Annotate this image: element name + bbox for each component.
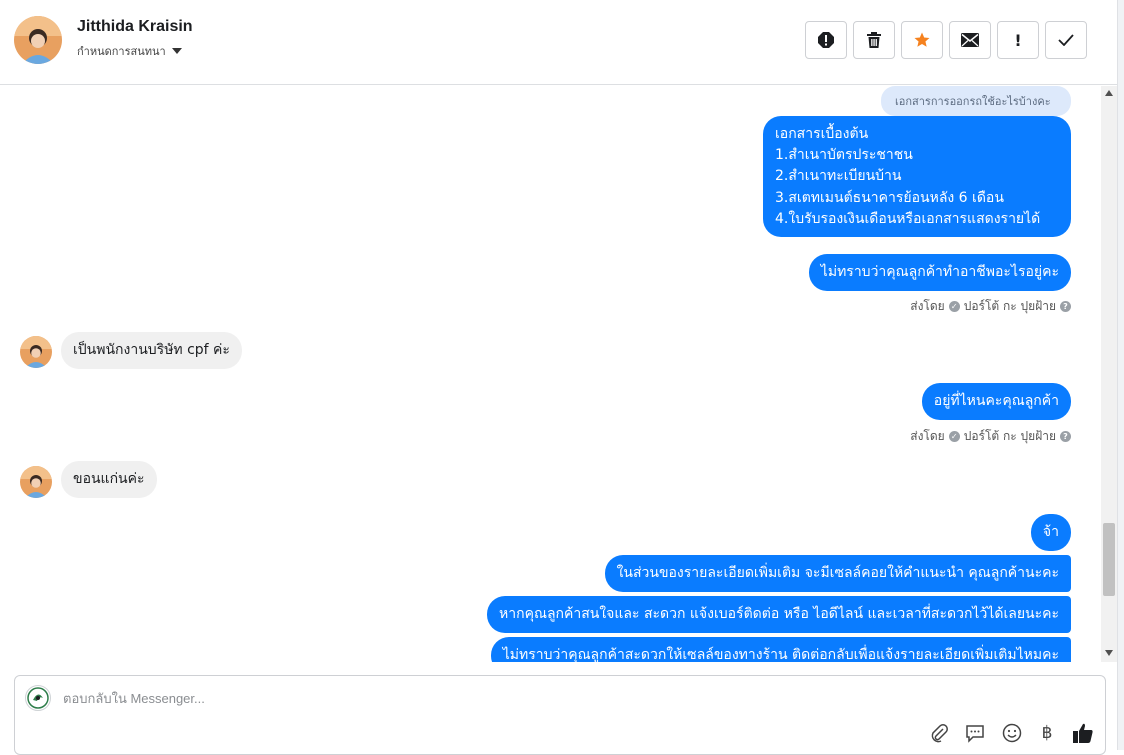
outgoing-message-callback[interactable]: ไม่ทราบว่าคุณลูกค้าสะดวกให้เซลล์ของทางร้… [490, 637, 1071, 662]
incoming-message-company[interactable]: เป็นพนักงานบริษัท cpf ค่ะ [61, 332, 242, 369]
contact-name: Jitthida Kraisin [77, 18, 193, 35]
outgoing-message-ja[interactable]: จ้า [1030, 514, 1071, 551]
saved-reply-icon [966, 725, 984, 743]
outgoing-message-contact[interactable]: หากคุณลูกค้าสนใจและ สะดวก แจ้งเบอร์ติดต่… [487, 596, 1071, 633]
outgoing-message-where[interactable]: อยู่ที่ไหนคะคุณลูกค้า [921, 383, 1071, 420]
contact-avatar-small[interactable] [20, 336, 52, 368]
mark-spam-button[interactable] [805, 21, 847, 59]
check-icon [1058, 34, 1074, 46]
outgoing-message-detail[interactable]: ในส่วนของรายละเอียดเพิ่มเติม จะมีเซลล์คอ… [604, 555, 1071, 592]
spam-alert-icon [818, 32, 834, 48]
message-line: 3.สเตทเมนต์ธนาคารย้อนหลัง 6 เดือน [775, 189, 1004, 206]
payment-button[interactable]: ฿ [1035, 721, 1059, 745]
help-icon[interactable]: ? [1060, 301, 1071, 312]
conversation-label-text: กำหนดการสนทนา [77, 45, 166, 58]
reply-composer: ตอบกลับใน Messenger... ฿ [14, 675, 1106, 755]
page-badge-icon: ✓ [948, 431, 960, 442]
outgoing-message-occupation[interactable]: ไม่ทราบว่าคุณลูกค้าทำอาชีพอะไรอยู่คะ [808, 254, 1071, 291]
mark-done-button[interactable] [1045, 21, 1087, 59]
sent-by-agent[interactable]: ปอร์โต้ กะ ปุยฝ้าย [964, 427, 1056, 446]
contact-avatar[interactable] [14, 16, 62, 64]
attachment-button[interactable] [927, 721, 951, 745]
baht-payment-icon: ฿ [1041, 723, 1053, 743]
outgoing-message-documents[interactable]: เอกสารเบื้องต้น 1.สำเนาบัตรประชาชน 2.สำเ… [763, 116, 1071, 238]
conversation-header: Jitthida Kraisin กำหนดการสนทนา ! [0, 0, 1117, 85]
message-line: 1.สำเนาบัตรประชาชน [775, 147, 913, 164]
contact-avatar-small[interactable] [20, 466, 52, 498]
sent-by-label: ส่งโดย ✓ ปอร์โต้ กะ ปุยฝ้าย ? [910, 297, 1071, 316]
like-icon [1073, 723, 1093, 743]
attachment-icon [931, 724, 948, 743]
sent-by-prefix: ส่งโดย [910, 429, 945, 443]
sent-by-agent[interactable]: ปอร์โต้ กะ ปุยฝ้าย [964, 297, 1056, 316]
message-line: 2.สำเนาทะเบียนบ้าน [775, 168, 902, 185]
page-avatar [25, 685, 51, 711]
like-button[interactable] [1071, 721, 1095, 745]
star-icon [914, 32, 930, 47]
star-button[interactable] [901, 21, 943, 59]
emoji-button[interactable] [1000, 721, 1024, 745]
window-edge [1117, 0, 1124, 750]
delete-button[interactable] [853, 21, 895, 59]
scrollbar-thumb[interactable] [1103, 523, 1115, 596]
messenger-window: Jitthida Kraisin กำหนดการสนทนา ! เอกสารก… [0, 0, 1124, 755]
scroll-down-arrow-icon[interactable] [1105, 650, 1113, 656]
mail-icon [961, 33, 979, 47]
incoming-message-location[interactable]: ขอนแก่นค่ะ [61, 461, 157, 498]
follow-up-button[interactable]: ! [997, 21, 1039, 59]
message-line: เอกสารเบื้องต้น [775, 126, 869, 142]
reply-input[interactable]: ตอบกลับใน Messenger... [63, 688, 205, 709]
scroll-up-arrow-icon[interactable] [1105, 90, 1113, 96]
caret-down-icon [171, 48, 182, 54]
conversation-label-dropdown[interactable]: กำหนดการสนทนา [77, 42, 182, 60]
trash-icon [867, 32, 881, 48]
mark-unread-button[interactable] [949, 21, 991, 59]
help-icon[interactable]: ? [1060, 431, 1071, 442]
message-line: 4.ใบรับรองเงินเดือนหรือเอกสารแสดงรายได้ [775, 210, 1041, 227]
emoji-icon [1002, 723, 1022, 743]
sent-by-prefix: ส่งโดย [910, 299, 945, 313]
message-thread[interactable]: เอกสารการออกรถใช้อะไรบ้างคะ เอกสารเบื้อง… [0, 86, 1101, 662]
exclamation-icon: ! [1014, 30, 1022, 50]
sent-by-label: ส่งโดย ✓ ปอร์โต้ กะ ปุยฝ้าย ? [910, 427, 1071, 446]
page-badge-icon: ✓ [948, 301, 960, 312]
thread-scrollbar[interactable] [1101, 86, 1117, 662]
quoted-message: เอกสารการออกรถใช้อะไรบ้างคะ [881, 86, 1071, 116]
saved-reply-button[interactable] [963, 721, 987, 745]
